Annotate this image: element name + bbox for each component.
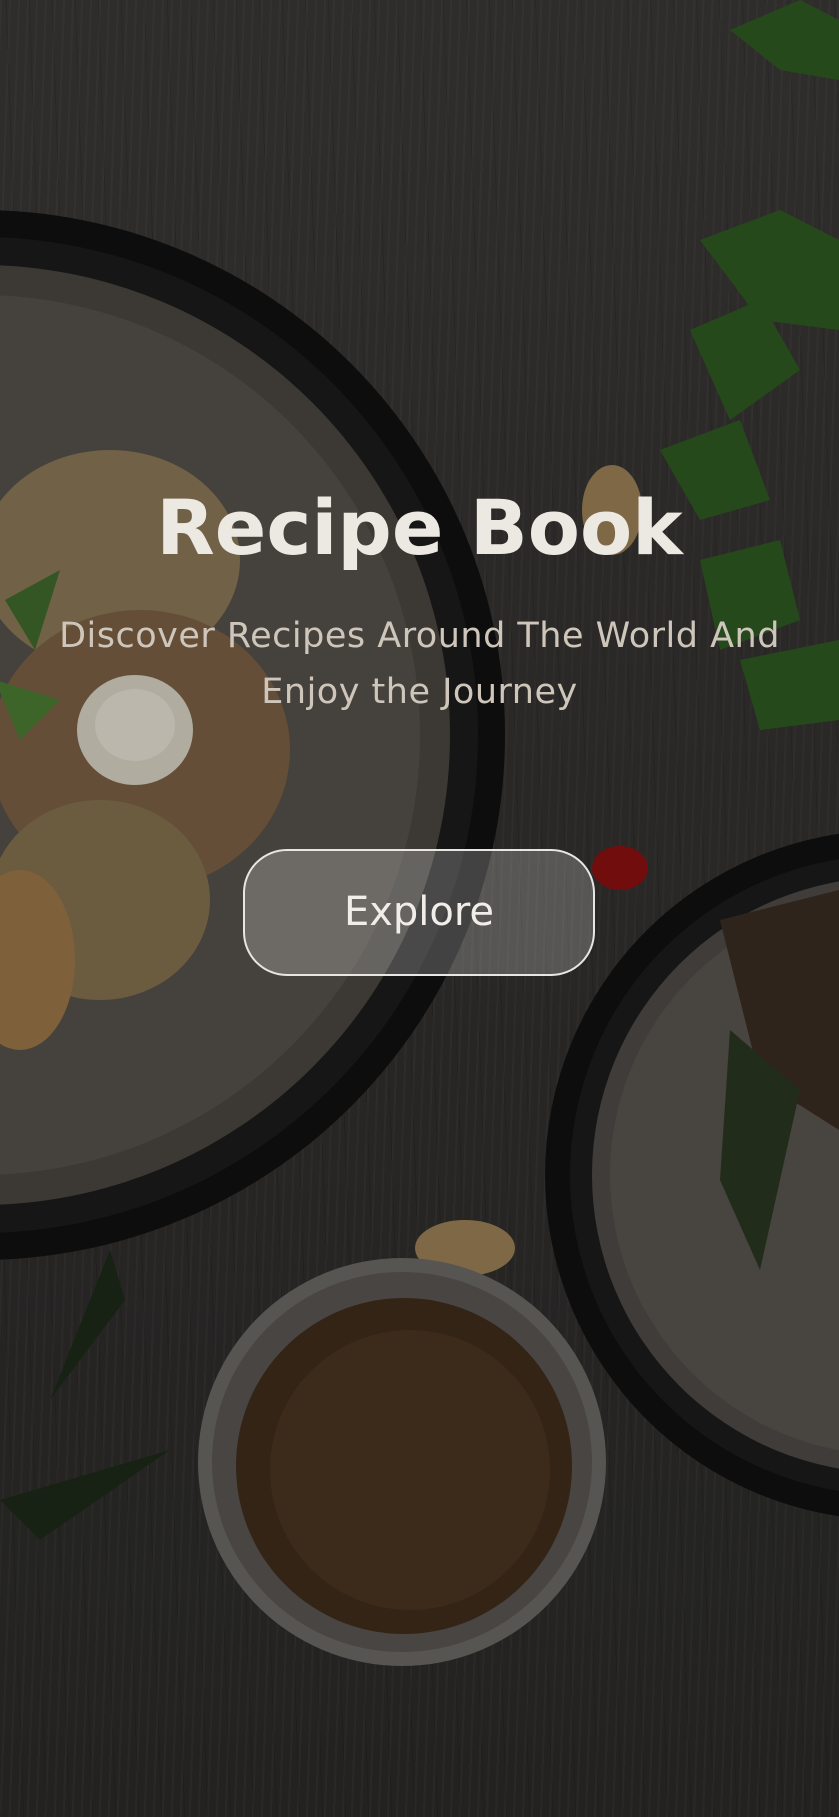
landing-screen: Recipe Book Discover Recipes Around The …	[0, 0, 839, 1817]
page-subtitle: Discover Recipes Around The World And En…	[59, 616, 780, 712]
page-title: Recipe Book	[156, 483, 683, 572]
hero-section: Recipe Book Discover Recipes Around The …	[0, 478, 839, 720]
explore-button[interactable]: Explore	[243, 849, 595, 976]
